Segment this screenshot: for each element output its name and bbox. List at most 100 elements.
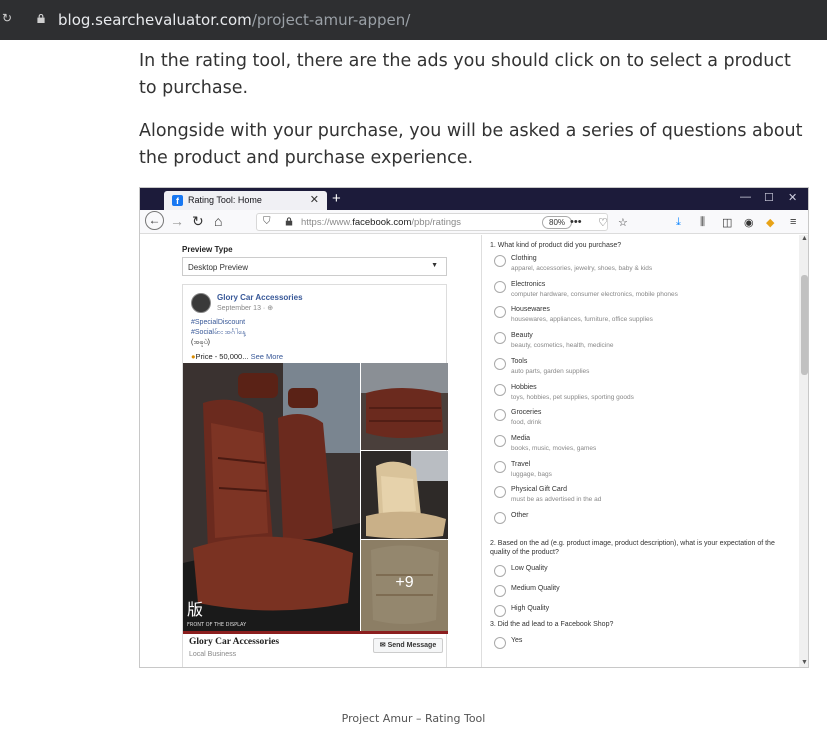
- q1-option[interactable]: Hobbies toys, hobbies, pet supplies, spor…: [494, 383, 794, 405]
- more-images-count[interactable]: +9: [361, 574, 448, 592]
- tab-rating-tool[interactable]: f Rating Tool: Home ✕: [164, 191, 327, 210]
- q1-option[interactable]: Tools auto parts, garden supplies: [494, 357, 794, 379]
- radio-button[interactable]: [494, 280, 506, 293]
- shield-icon[interactable]: ⛉: [263, 216, 271, 227]
- radio-button[interactable]: [494, 409, 506, 422]
- intro-paragraph: In the rating tool, there are the ads yo…: [139, 51, 791, 98]
- forward-icon[interactable]: →: [170, 213, 184, 229]
- q1-option[interactable]: Other: [494, 511, 794, 533]
- window-close-icon[interactable]: ✕: [788, 191, 797, 204]
- post-hashtag[interactable]: #SpecialDiscount: [191, 318, 245, 327]
- question-2: 2. Based on the ad (e.g. product image, …: [490, 540, 775, 556]
- messenger-icon: ✉: [379, 642, 386, 649]
- radio-button[interactable]: [494, 637, 506, 649]
- product-image-side-2[interactable]: [361, 451, 448, 539]
- more-actions-icon[interactable]: •••: [570, 216, 582, 228]
- option-label: Tools: [511, 357, 528, 365]
- radio-button[interactable]: [494, 565, 506, 577]
- q1-option[interactable]: Media books, music, movies, games: [494, 434, 794, 456]
- post-page-name[interactable]: Glory Car Accessories: [217, 293, 303, 302]
- post-divider: [183, 631, 448, 634]
- q1-option[interactable]: Physical Gift Card must be as advertised …: [494, 485, 794, 507]
- q1-option[interactable]: Beauty beauty, cosmetics, health, medicin…: [494, 331, 794, 353]
- close-icon[interactable]: ✕: [310, 193, 319, 206]
- tab-title: Rating Tool: Home: [188, 195, 262, 205]
- q2-option[interactable]: Medium Quality: [494, 584, 794, 606]
- ad-post[interactable]: Glory Car Accessories September 13 · ⊕ #…: [182, 284, 448, 667]
- download-icon[interactable]: ⤓: [676, 216, 681, 229]
- outer-address-bar[interactable]: ↻ blog.searchevaluator.com/project-amur-…: [0, 0, 827, 40]
- option-description: books, music, movies, games: [511, 444, 597, 452]
- option-label: Beauty: [511, 332, 533, 340]
- home-icon[interactable]: ⌂: [214, 213, 222, 229]
- q1-option[interactable]: Groceries food, drink: [494, 408, 794, 430]
- radio-button[interactable]: [494, 486, 506, 499]
- option-label: Low Quality: [511, 565, 548, 572]
- product-image-side-1[interactable]: [361, 363, 448, 450]
- q3-option[interactable]: Yes: [494, 636, 794, 658]
- menu-icon[interactable]: ≡: [790, 216, 796, 228]
- radio-button[interactable]: [494, 512, 506, 524]
- purchase-paragraph: Alongside with your purchase, you will b…: [139, 121, 803, 168]
- lock-icon: [37, 14, 45, 23]
- post-price: ●Price - 50,000... See More: [191, 352, 284, 361]
- scroll-thumb[interactable]: [801, 275, 808, 375]
- avatar[interactable]: [191, 293, 211, 313]
- scroll-down-icon[interactable]: ▼: [801, 659, 808, 666]
- library-icon[interactable]: ⫼: [700, 216, 705, 229]
- radio-button[interactable]: [494, 306, 506, 319]
- reload-icon[interactable]: ↻: [192, 213, 204, 230]
- q2-option[interactable]: High Quality: [494, 604, 794, 626]
- radio-button[interactable]: [494, 255, 506, 267]
- lock-icon[interactable]: [285, 217, 293, 226]
- radio-button[interactable]: [494, 357, 506, 370]
- post-hashtag-2[interactable]: #Socialမ်ား အင်္ဂါနေ့: [191, 328, 245, 337]
- sidebar-icon[interactable]: ◫: [722, 216, 732, 229]
- option-label: High Quality: [511, 605, 550, 612]
- option-description: housewares, appliances, furniture, offic…: [511, 316, 653, 324]
- see-more-link[interactable]: See More: [251, 352, 284, 361]
- extension-icon[interactable]: ◆: [766, 216, 774, 229]
- q1-option[interactable]: Clothing apparel, accessories, jewelry, s…: [494, 254, 794, 276]
- pocket-icon[interactable]: ♡: [598, 216, 608, 229]
- maximize-icon[interactable]: ☐: [764, 191, 774, 204]
- post-footer-name[interactable]: Glory Car Accessories: [189, 637, 279, 647]
- radio-button[interactable]: [494, 434, 506, 447]
- option-description: must be as advertised in the ad: [511, 496, 602, 504]
- new-tab-icon[interactable]: +: [332, 190, 341, 207]
- minimize-icon[interactable]: —: [740, 191, 751, 203]
- q2-option[interactable]: Low Quality: [494, 564, 794, 586]
- q1-option[interactable]: Electronics computer hardware, consumer e…: [494, 280, 794, 302]
- zoom-level[interactable]: 80%: [542, 216, 573, 229]
- radio-button[interactable]: [494, 605, 506, 617]
- q1-option[interactable]: Travel luggage, bags: [494, 460, 794, 482]
- image-caption: FRONT OF THE DISPLAY: [187, 622, 247, 628]
- firefox-tab-strip: f Rating Tool: Home ✕ + — ☐ ✕: [140, 188, 808, 210]
- account-icon[interactable]: ◉: [744, 216, 754, 229]
- option-description: auto parts, garden supplies: [511, 367, 590, 375]
- reload-icon[interactable]: ↻: [2, 11, 12, 25]
- outer-url[interactable]: blog.searchevaluator.com/project-amur-ap…: [58, 11, 410, 29]
- radio-button[interactable]: [494, 585, 506, 597]
- firefox-nav-bar: ← → ↻ ⌂ ⛉ https://www.facebook.com/pbp/r…: [140, 210, 808, 234]
- q1-option[interactable]: Housewares housewares, appliances, furnit…: [494, 305, 794, 327]
- radio-button[interactable]: [494, 383, 506, 396]
- product-image-side-more[interactable]: +9: [361, 540, 448, 631]
- image-watermark: 版: [187, 600, 203, 619]
- option-description: toys, hobbies, pet supplies, sporting go…: [511, 393, 634, 401]
- back-icon[interactable]: ←: [145, 211, 164, 230]
- page-scrollbar[interactable]: ▲ ▼: [799, 235, 808, 667]
- option-label: Media: [511, 434, 531, 442]
- bookmark-star-icon[interactable]: ☆: [618, 216, 628, 229]
- radio-button[interactable]: [494, 460, 506, 473]
- scroll-up-icon[interactable]: ▲: [801, 235, 808, 242]
- option-label: Other: [511, 512, 529, 519]
- option-description: apparel, accessories, jewelry, shoes, ba…: [511, 265, 653, 272]
- rating-tool-screenshot: f Rating Tool: Home ✕ + — ☐ ✕ ← → ↻ ⌂ ⛉ …: [139, 187, 809, 668]
- product-image-main[interactable]: 版 FRONT OF THE DISPLAY: [183, 363, 360, 631]
- option-label: Electronics: [511, 280, 546, 288]
- preview-type-select[interactable]: Desktop Preview ▼: [182, 257, 447, 276]
- radio-button[interactable]: [494, 332, 506, 345]
- send-message-button[interactable]: ✉ Send Message: [373, 638, 443, 653]
- option-label: Yes: [511, 637, 523, 644]
